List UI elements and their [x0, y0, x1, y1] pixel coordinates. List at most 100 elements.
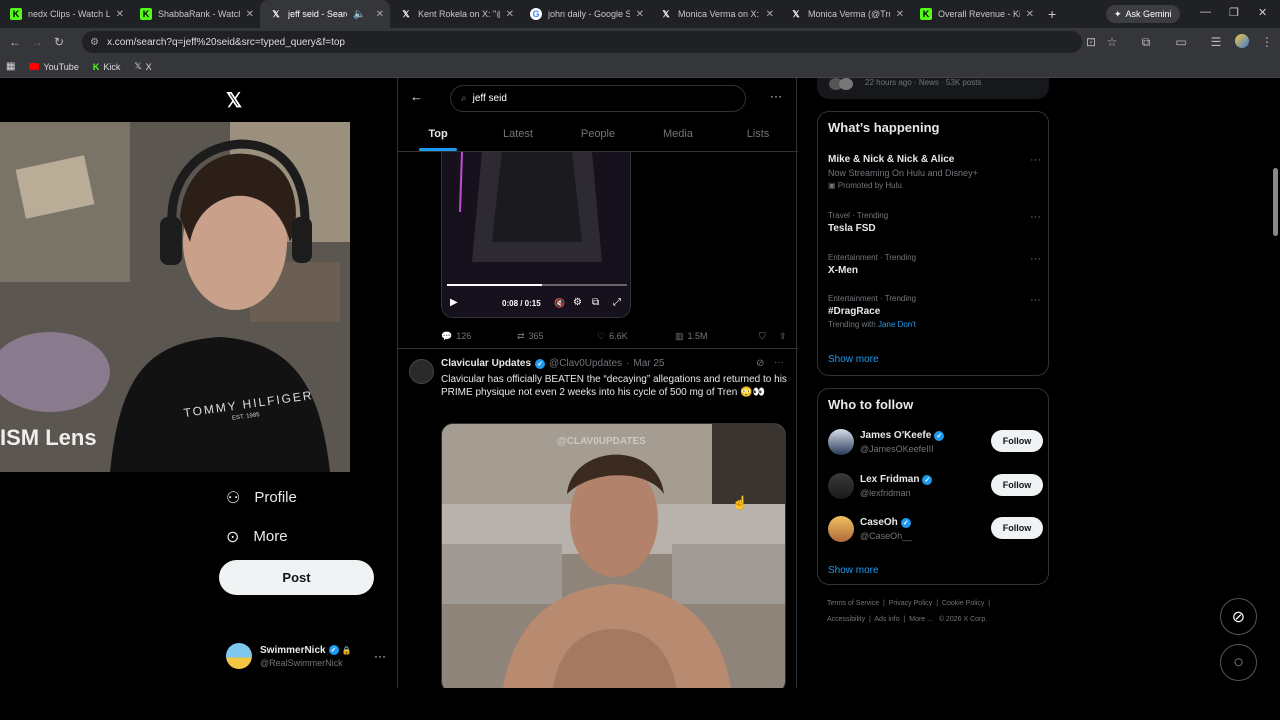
footer-link[interactable]: More ... — [909, 616, 933, 623]
reply-button[interactable]: 💬 126 — [441, 331, 517, 342]
bookmark-star-icon[interactable]: ☆ — [1101, 35, 1123, 49]
browser-tab-active[interactable]: 𝕏 jeff seid - Search / X 🔈 ✕ — [260, 0, 390, 28]
nav-more[interactable]: ⊙ More — [226, 517, 297, 556]
grok-icon[interactable]: ⊘ — [756, 358, 764, 369]
browser-tab[interactable]: K Overall Revenue - Kick ✕ — [910, 0, 1040, 28]
messages-icon[interactable]: ◌ — [1220, 644, 1257, 681]
ask-gemini-button[interactable]: ✦ Ask Gemini — [1106, 5, 1180, 23]
footer-link[interactable]: Cookie Policy — [942, 600, 984, 607]
browser-tab[interactable]: K ShabbaRank - Watch th ✕ — [130, 0, 260, 28]
more-dots-icon[interactable]: ··· — [374, 649, 386, 663]
avatar[interactable] — [409, 359, 434, 384]
nav-profile[interactable]: ⚇ Profile — [226, 478, 297, 517]
tweet[interactable]: Clavicular Updates ✓ @Clav0Updates · Mar… — [398, 348, 798, 688]
back-arrow-icon[interactable]: ← — [410, 89, 423, 104]
show-more-link[interactable]: Show more — [828, 565, 879, 576]
media-icon[interactable]: ☰ — [1205, 35, 1227, 49]
tab-media[interactable]: Media — [638, 120, 718, 151]
more-dots-icon[interactable]: ··· — [1030, 154, 1041, 166]
tab-top[interactable]: Top — [398, 120, 478, 151]
bookmark-button[interactable]: ⛉ — [759, 331, 779, 342]
browser-tab[interactable]: G john daily - Google Sea ✕ — [520, 0, 650, 28]
browser-tab[interactable]: 𝕏 Kent Rokela on X: "@Ja ✕ — [390, 0, 520, 28]
more-dots-icon[interactable]: ··· — [774, 357, 784, 368]
more-dots-icon[interactable]: ··· — [1030, 211, 1041, 223]
more-dots-icon[interactable]: ··· — [1030, 294, 1041, 306]
bookmark-x[interactable]: 𝕏 X — [134, 61, 151, 72]
pip-icon[interactable]: ⧉ — [592, 297, 599, 308]
tweet-video[interactable]: @CLAV0UPDATES — [441, 423, 786, 688]
follow-suggestion[interactable]: CaseOh ✓ @CaseOh__ Follow — [828, 514, 1043, 548]
trend-item[interactable]: Mike & Nick & Nick & Alice Now Streaming… — [828, 154, 1043, 190]
tweet-video[interactable]: ▶ 0:08 / 0:15 🔇 ⚙ ⧉ ⤢ — [441, 152, 631, 318]
tweet-author[interactable]: Clavicular Updates — [441, 358, 531, 369]
close-window-icon[interactable]: ✕ — [1258, 6, 1267, 19]
grok-icon[interactable]: ⊘ — [1220, 598, 1257, 635]
browser-tab[interactable]: K nedx Clips - Watch Liv ✕ — [0, 0, 130, 28]
page-scrollbar[interactable] — [1271, 78, 1280, 688]
close-icon[interactable]: ✕ — [376, 9, 384, 20]
footer-link[interactable]: Privacy Policy — [889, 600, 933, 607]
install-icon[interactable]: ⊡ — [1080, 35, 1102, 49]
back-icon[interactable]: ← — [4, 35, 26, 49]
speaker-icon[interactable]: 🔈 — [353, 9, 365, 20]
like-button[interactable]: ♡ 6.6K — [597, 331, 675, 342]
news-card-tail[interactable]: 22 hours ago · News · 53K posts — [817, 78, 1049, 99]
footer-link[interactable]: Accessibility — [827, 616, 865, 623]
post-button[interactable]: Post — [219, 560, 374, 595]
browser-tab[interactable]: 𝕏 Monica Verma (@Truly ✕ — [780, 0, 910, 28]
follow-button[interactable]: Follow — [991, 517, 1043, 539]
trend-item[interactable]: Travel · Trending Tesla FSD ··· — [828, 211, 1043, 234]
site-info-icon[interactable]: ⚙ — [90, 37, 99, 48]
close-icon[interactable]: ✕ — [506, 9, 514, 20]
tab-people[interactable]: People — [558, 120, 638, 151]
tweet-date[interactable]: Mar 25 — [633, 358, 664, 369]
extensions-icon[interactable]: ⧉ — [1135, 35, 1157, 50]
menu-dots-icon[interactable]: ⋮ — [1256, 35, 1278, 49]
tab-latest[interactable]: Latest — [478, 120, 558, 151]
trend-item[interactable]: Entertainment · Trending X-Men ··· — [828, 253, 1043, 276]
views-button[interactable]: ▥ 1.5M — [675, 331, 759, 342]
minimize-icon[interactable]: — — [1200, 6, 1211, 18]
share-button[interactable]: ⇪ — [779, 331, 787, 342]
fullscreen-icon[interactable]: ⤢ — [613, 297, 621, 308]
more-dots-icon[interactable]: ··· — [770, 89, 782, 103]
footer-link[interactable]: Terms of Service — [827, 600, 879, 607]
sidebar-icon[interactable]: ▭ — [1170, 35, 1192, 49]
mute-icon[interactable]: 🔇 — [554, 298, 565, 309]
url-field[interactable]: ⚙ x.com/search?q=jeff%20seid&src=typed_q… — [82, 31, 1082, 53]
browser-tab[interactable]: 𝕏 Monica Verma on X: "I ✕ — [650, 0, 780, 28]
bookmark-youtube[interactable]: YouTube — [29, 62, 79, 72]
close-icon[interactable]: ✕ — [1026, 9, 1034, 20]
account-switcher[interactable]: SwimmerNick ✓ 🔒 @RealSwimmerNick ··· — [226, 643, 386, 669]
more-dots-icon[interactable]: ··· — [1030, 253, 1041, 265]
profile-avatar[interactable] — [1235, 34, 1249, 48]
close-icon[interactable]: ✕ — [766, 9, 774, 20]
close-icon[interactable]: ✕ — [116, 9, 124, 20]
video-progress-track[interactable] — [447, 284, 627, 286]
trend-item[interactable]: Entertainment · Trending #DragRace Trend… — [828, 294, 1043, 329]
tab-lists[interactable]: Lists — [718, 120, 798, 151]
follow-button[interactable]: Follow — [991, 474, 1043, 496]
trend-link[interactable]: Jane Don't — [878, 320, 916, 329]
maximize-icon[interactable]: ❐ — [1229, 6, 1239, 19]
show-more-link[interactable]: Show more — [828, 354, 879, 365]
search-input[interactable]: ⌕ jeff seid — [450, 85, 746, 112]
close-icon[interactable]: ✕ — [636, 9, 644, 20]
scrollbar-thumb[interactable] — [1273, 168, 1278, 236]
follow-suggestion[interactable]: Lex Fridman ✓ @lexfridman Follow — [828, 471, 1043, 505]
close-icon[interactable]: ✕ — [246, 9, 254, 20]
new-tab-button[interactable]: + — [1040, 6, 1064, 22]
footer-link[interactable]: Ads info — [874, 616, 899, 623]
bookmark-kick[interactable]: K Kick — [93, 62, 121, 72]
settings-icon[interactable]: ⚙ — [573, 297, 582, 308]
follow-button[interactable]: Follow — [991, 430, 1043, 452]
play-icon[interactable]: ▶ — [450, 297, 458, 308]
forward-icon[interactable]: → — [26, 35, 48, 49]
apps-grid-icon[interactable]: ▦ — [6, 61, 15, 72]
repost-button[interactable]: ⇄ 365 — [517, 331, 597, 342]
x-logo-icon[interactable]: 𝕏 — [226, 88, 242, 113]
close-icon[interactable]: ✕ — [896, 9, 904, 20]
follow-suggestion[interactable]: James O'Keefe ✓ @JamesOKeefeIII Follow — [828, 427, 1043, 461]
reload-icon[interactable]: ↻ — [48, 35, 70, 49]
